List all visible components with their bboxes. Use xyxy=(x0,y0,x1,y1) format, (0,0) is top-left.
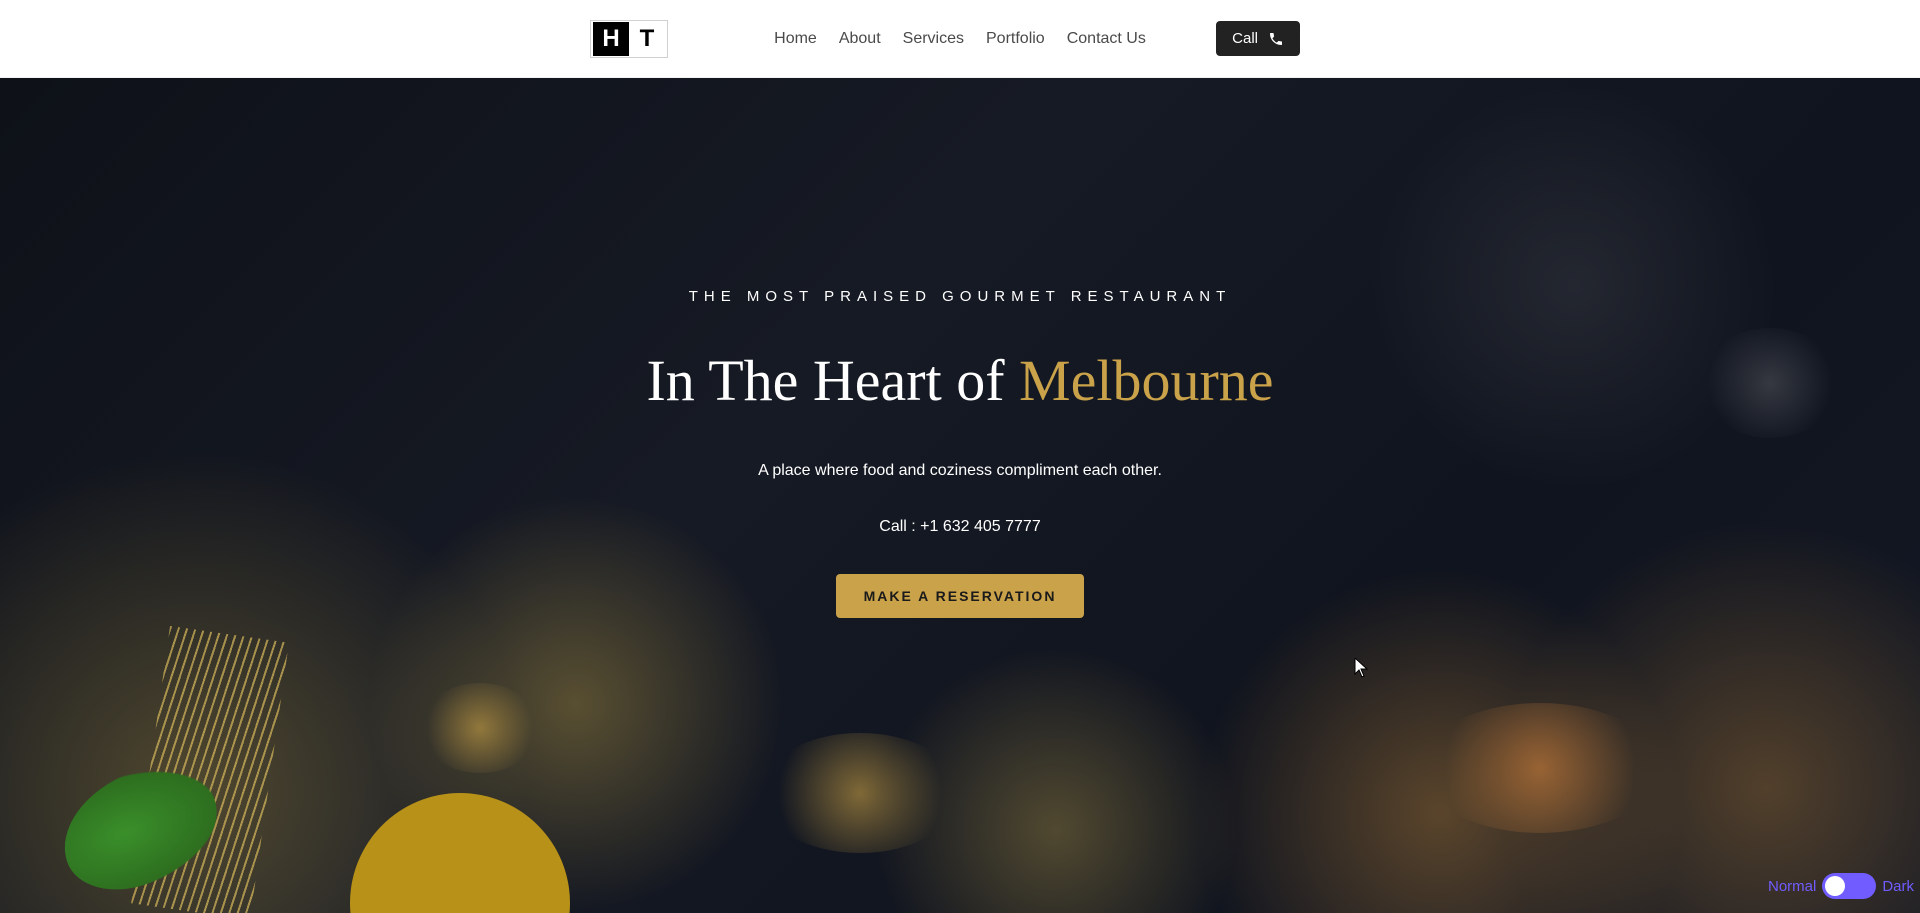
nav-item-services[interactable]: Services xyxy=(903,30,964,48)
reserve-button[interactable]: MAKE A RESERVATION xyxy=(836,574,1085,618)
toggle-label-normal: Normal xyxy=(1768,878,1816,895)
call-button-label: Call xyxy=(1232,30,1258,47)
hero-section: THE MOST PRAISED GOURMET RESTAURANT In T… xyxy=(0,78,1920,913)
hero-heading-prefix: In The Heart of xyxy=(646,348,1019,413)
decor-circle xyxy=(350,793,570,913)
hero-heading: In The Heart of Melbourne xyxy=(646,347,1273,414)
nav-item-about[interactable]: About xyxy=(839,30,881,48)
logo-letter-t: T xyxy=(629,22,665,56)
toggle-knob xyxy=(1825,876,1845,896)
decor-splash xyxy=(420,683,540,773)
theme-toggle[interactable] xyxy=(1822,873,1876,899)
nav-item-home[interactable]: Home xyxy=(774,30,817,48)
hero-subtitle: THE MOST PRAISED GOURMET RESTAURANT xyxy=(689,288,1232,305)
site-logo[interactable]: H T xyxy=(590,20,668,58)
header-inner: H T Home About Services Portfolio Contac… xyxy=(320,20,1600,58)
decor-splash xyxy=(760,733,960,853)
phone-icon xyxy=(1268,31,1284,47)
nav-item-portfolio[interactable]: Portfolio xyxy=(986,30,1045,48)
decor-splash xyxy=(1700,328,1840,438)
toggle-label-dark: Dark xyxy=(1882,878,1914,895)
decor-splash xyxy=(1420,703,1660,833)
theme-toggle-group: Normal Dark xyxy=(1762,869,1920,903)
hero-tagline: A place where food and coziness complime… xyxy=(758,462,1162,480)
site-header: H T Home About Services Portfolio Contac… xyxy=(0,0,1920,78)
nav-item-contact[interactable]: Contact Us xyxy=(1067,30,1146,48)
hero-phone: Call : +1 632 405 7777 xyxy=(879,518,1040,536)
hero-heading-accent: Melbourne xyxy=(1019,348,1274,413)
main-nav: Home About Services Portfolio Contact Us xyxy=(774,30,1146,48)
call-button[interactable]: Call xyxy=(1216,21,1300,56)
logo-letter-h: H xyxy=(593,22,629,56)
